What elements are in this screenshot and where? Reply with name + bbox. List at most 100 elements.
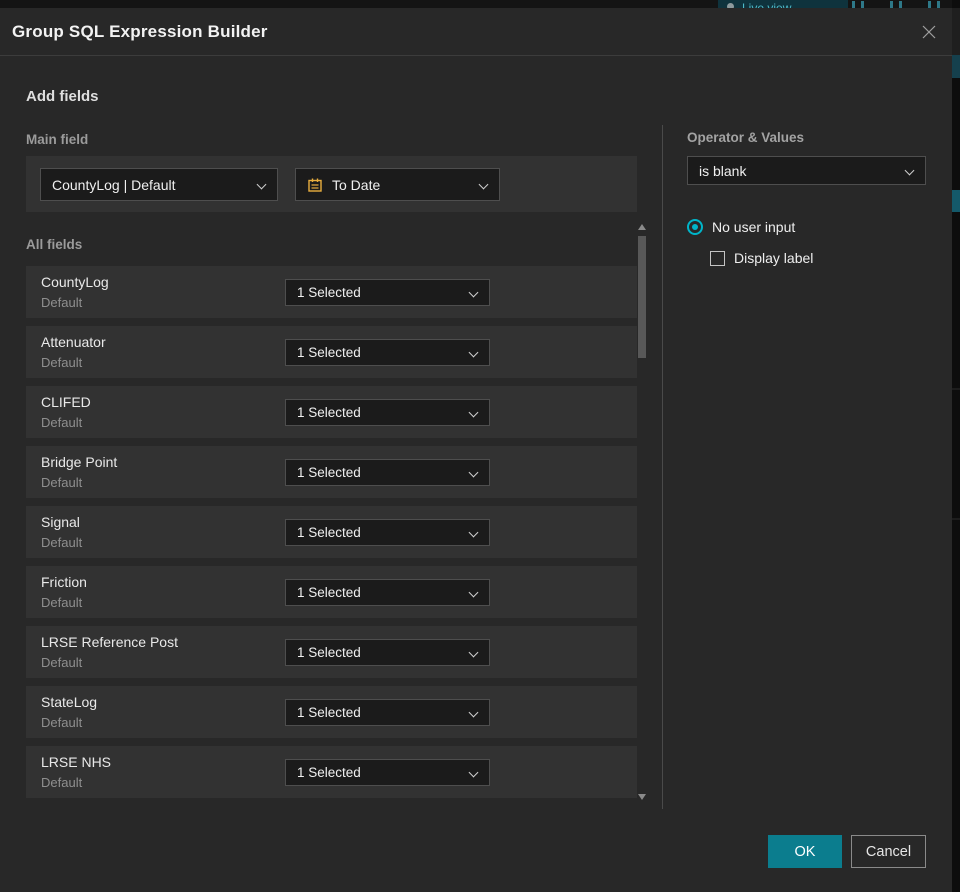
chevron-down-icon (905, 167, 913, 175)
field-values-select-value: 1 Selected (297, 285, 361, 300)
field-row: Attenuator Default 1 Selected (26, 326, 637, 378)
dialog-header: Group SQL Expression Builder (0, 8, 952, 56)
calendar-icon (308, 178, 322, 192)
close-icon (922, 25, 936, 39)
field-values-select[interactable]: 1 Selected (285, 519, 490, 546)
field-row: LRSE Reference Post Default 1 Selected (26, 626, 637, 678)
chevron-down-icon (257, 181, 265, 189)
vertical-divider (662, 125, 663, 809)
background-toolbar-icon (890, 1, 902, 8)
chevron-down-icon (469, 529, 477, 537)
field-values-select-value: 1 Selected (297, 525, 361, 540)
group-sql-expression-builder-dialog: Group SQL Expression Builder Add fields … (0, 8, 952, 892)
chevron-down-icon (469, 349, 477, 357)
field-values-select[interactable]: 1 Selected (285, 399, 490, 426)
field-sublabel: Default (41, 535, 83, 550)
close-button[interactable] (918, 21, 940, 43)
field-values-select-value: 1 Selected (297, 405, 361, 420)
all-fields-label: All fields (26, 237, 83, 252)
field-name: LRSE NHS (41, 754, 112, 770)
all-fields-list: CountyLog Default 1 Selected Attenuator … (26, 266, 637, 806)
field-row: CLIFED Default 1 Selected (26, 386, 637, 438)
field-name: CountyLog (41, 274, 109, 290)
field-values-select-value: 1 Selected (297, 345, 361, 360)
field-sublabel: Default (41, 475, 83, 490)
field-sublabel: Default (41, 715, 83, 730)
display-label-checkbox[interactable]: Display label (710, 250, 813, 266)
scrollbar-down-arrow-icon[interactable] (638, 794, 646, 800)
chevron-down-icon (469, 769, 477, 777)
scrollbar-thumb[interactable] (638, 236, 646, 358)
radio-selected-icon (687, 219, 703, 235)
live-view-panel: Live view (718, 0, 848, 8)
chevron-down-icon (469, 589, 477, 597)
field-sublabel: Default (41, 355, 83, 370)
field-values-select-value: 1 Selected (297, 765, 361, 780)
field-row: Bridge Point Default 1 Selected (26, 446, 637, 498)
field-name: StateLog (41, 694, 98, 710)
field-name: CLIFED (41, 394, 91, 410)
field-row: Signal Default 1 Selected (26, 506, 637, 558)
ok-button[interactable]: OK (768, 835, 842, 868)
main-field-panel: CountyLog | Default To Date (26, 156, 637, 212)
field-values-select[interactable]: 1 Selected (285, 279, 490, 306)
field-values-select[interactable]: 1 Selected (285, 579, 490, 606)
field-name: Attenuator (41, 334, 106, 350)
background-toolbar-icon (852, 1, 864, 8)
main-field-label: Main field (26, 132, 89, 147)
background-toolbar-icon (928, 1, 940, 8)
field-row: Friction Default 1 Selected (26, 566, 637, 618)
field-values-select[interactable]: 1 Selected (285, 699, 490, 726)
field-sublabel: Default (41, 655, 83, 670)
background-segment (952, 518, 960, 520)
field-row: LRSE NHS Default 1 Selected (26, 746, 637, 798)
field-values-select[interactable]: 1 Selected (285, 339, 490, 366)
field-values-select-value: 1 Selected (297, 705, 361, 720)
field-values-select[interactable]: 1 Selected (285, 459, 490, 486)
no-user-input-radio[interactable]: No user input (687, 219, 795, 235)
main-field-select-value: CountyLog | Default (52, 176, 176, 193)
field-name: Bridge Point (41, 454, 118, 470)
field-values-select[interactable]: 1 Selected (285, 759, 490, 786)
field-sublabel: Default (41, 775, 83, 790)
field-values-select-value: 1 Selected (297, 645, 361, 660)
dialog-title: Group SQL Expression Builder (12, 22, 268, 41)
operator-select[interactable]: is blank (687, 156, 926, 185)
field-values-select-value: 1 Selected (297, 585, 361, 600)
field-type-select[interactable]: To Date (295, 168, 500, 201)
field-sublabel: Default (41, 415, 83, 430)
field-name: Friction (41, 574, 87, 590)
cancel-button[interactable]: Cancel (851, 835, 926, 868)
field-row: StateLog Default 1 Selected (26, 686, 637, 738)
field-values-select[interactable]: 1 Selected (285, 639, 490, 666)
scrollbar-up-arrow-icon[interactable] (638, 224, 646, 230)
chevron-down-icon (479, 181, 487, 189)
background-segment (952, 55, 960, 78)
operator-select-value: is blank (699, 162, 747, 179)
checkbox-unchecked-icon (710, 250, 725, 266)
display-label-label: Display label (734, 250, 814, 266)
chevron-down-icon (469, 469, 477, 477)
background-app-top-strip: Live view (0, 0, 960, 8)
background-segment (952, 190, 960, 212)
live-view-label: Live view (742, 1, 792, 8)
field-name: Signal (41, 514, 80, 530)
chevron-down-icon (469, 289, 477, 297)
field-name: LRSE Reference Post (41, 634, 178, 650)
chevron-down-icon (469, 649, 477, 657)
field-row: CountyLog Default 1 Selected (26, 266, 637, 318)
field-sublabel: Default (41, 595, 83, 610)
background-segment (952, 388, 960, 390)
background-app-right-strip (952, 0, 960, 892)
no-user-input-label: No user input (712, 219, 796, 235)
chevron-down-icon (469, 709, 477, 717)
add-fields-heading: Add fields (26, 88, 99, 105)
chevron-down-icon (469, 409, 477, 417)
background-segment (952, 8, 960, 55)
field-type-select-value: To Date (332, 176, 381, 193)
operator-values-label: Operator & Values (687, 130, 805, 145)
field-sublabel: Default (41, 295, 83, 310)
list-scrollbar[interactable] (637, 222, 648, 802)
main-field-select[interactable]: CountyLog | Default (40, 168, 278, 201)
field-values-select-value: 1 Selected (297, 465, 361, 480)
